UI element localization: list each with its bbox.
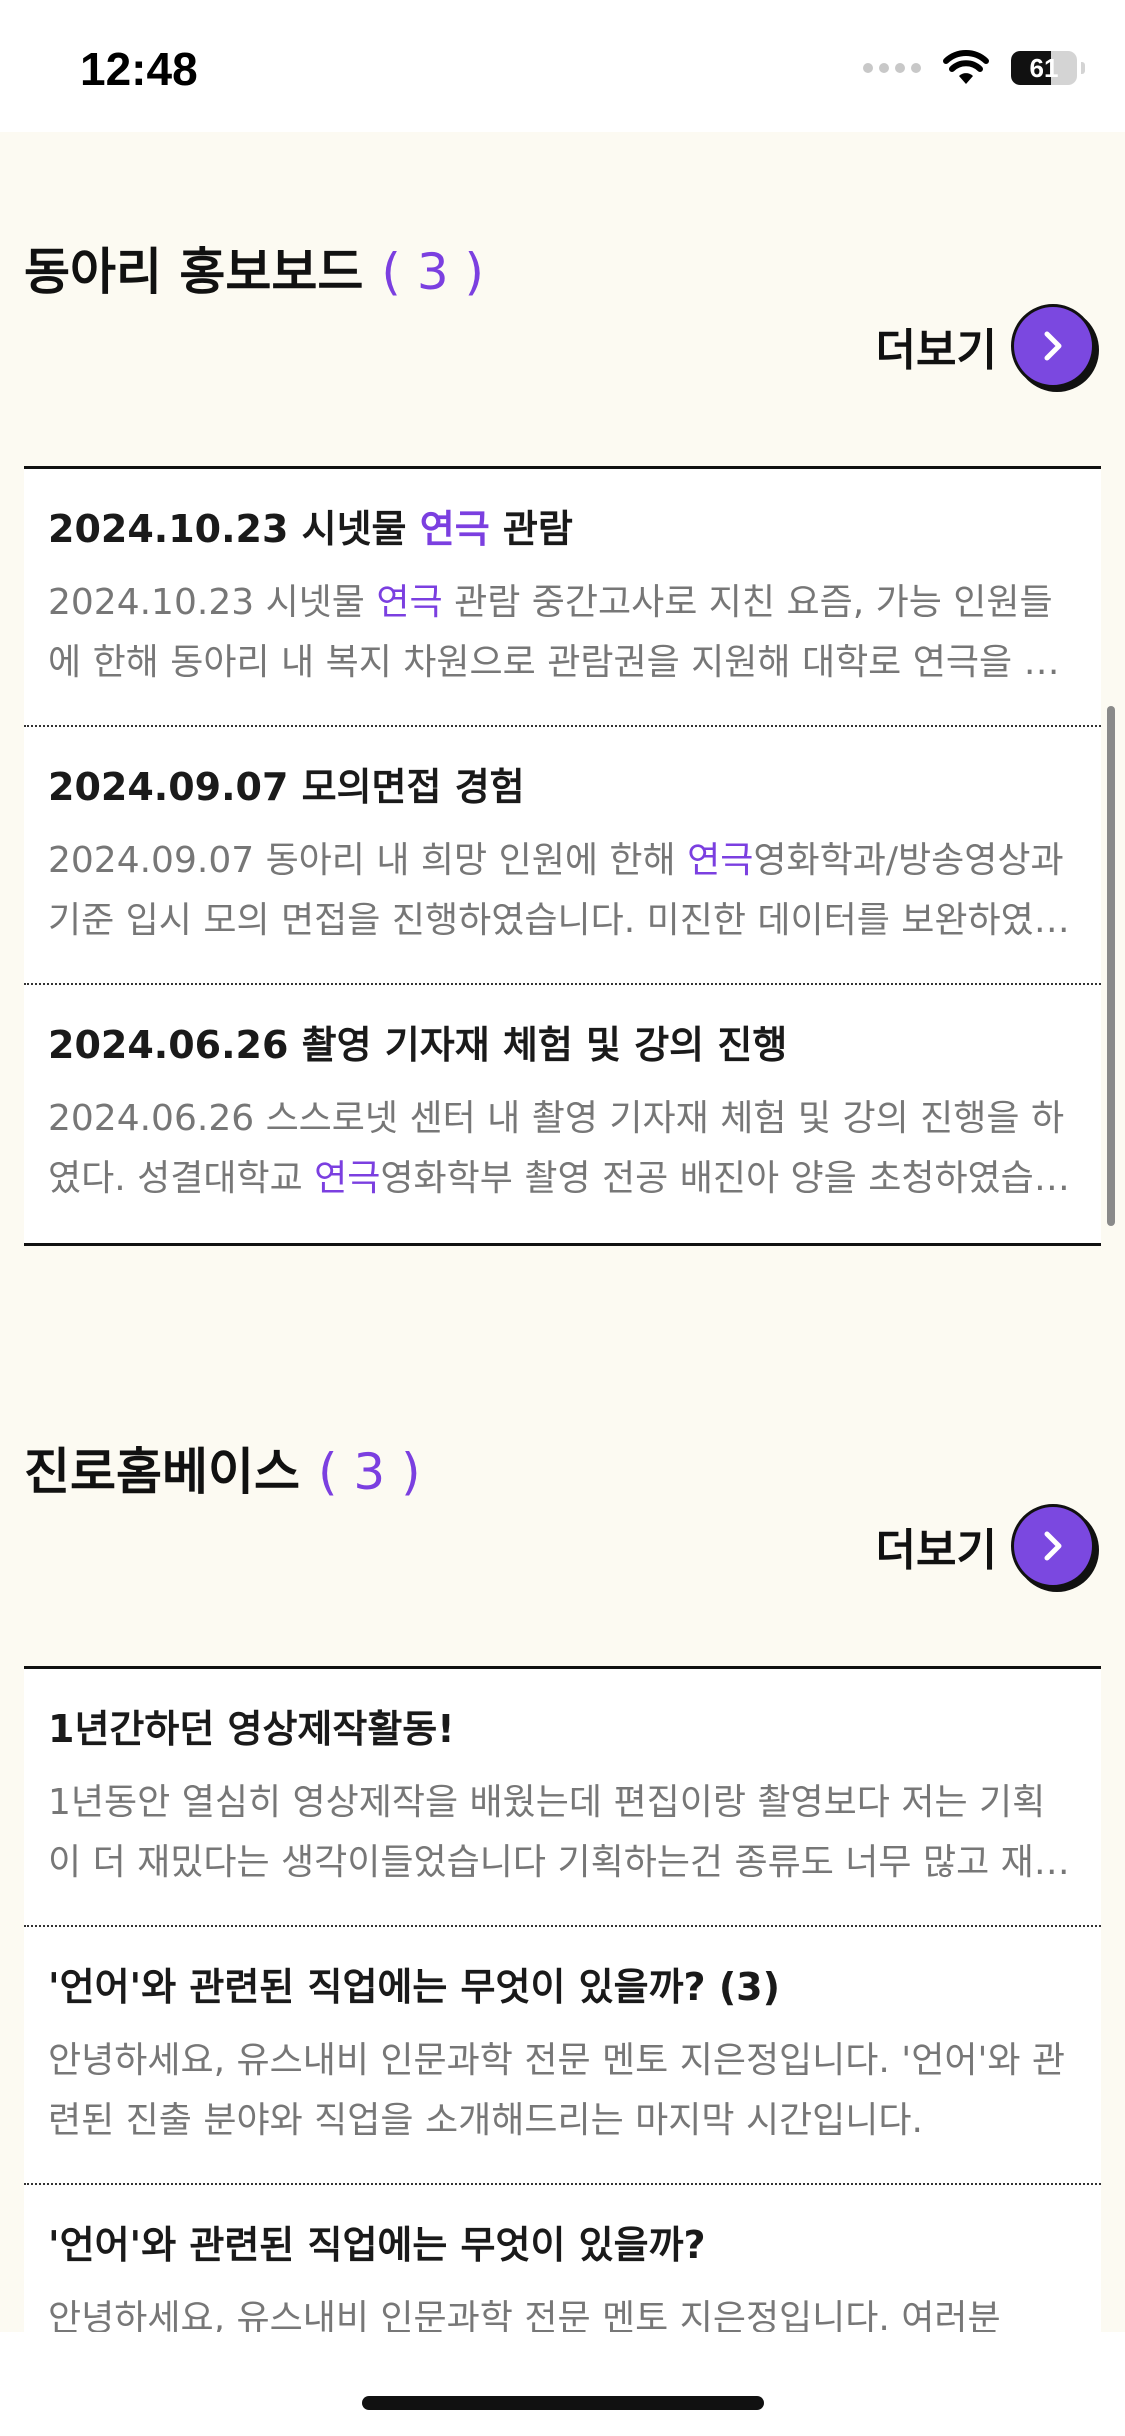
card-title: 2024.06.26 촬영 기자재 체험 및 강의 진행 <box>48 1023 788 1067</box>
battery-level: 61 <box>1029 52 1059 83</box>
card-title: 2024.09.07 모의면접 경험 <box>48 765 525 809</box>
bottom-safe-area <box>0 2332 1125 2436</box>
section-title-text: 진로홈베이스 <box>24 1443 300 1501</box>
chevron-right-icon <box>1044 1531 1062 1561</box>
cellular-signal-icon <box>863 63 921 73</box>
scroll-content[interactable]: 동아리 홍보보드 ( 3 ) 더보기 2024.10.23 시넷물 연극 관람 2… <box>0 132 1125 2332</box>
card-body: 안녕하세요, 유스내비 인문과학 전문 멘토 지은정입니다. 여러분 <box>48 2298 1001 2332</box>
status-icons: 61 <box>863 46 1085 90</box>
list-item[interactable]: '언어'와 관련된 직업에는 무엇이 있을까? (3) 안녕하세요, 유스내비 … <box>24 1927 1101 2185</box>
card-body: 안녕하세요, 유스내비 인문과학 전문 멘토 지은정입니다. '언어'와 관련된… <box>48 2040 1066 2141</box>
list-item[interactable]: 2024.10.23 시넷물 연극 관람 2024.10.23 시넷물 연극 관… <box>24 469 1101 727</box>
section-title: 동아리 홍보보드 ( 3 ) <box>24 232 484 304</box>
more-label: 더보기 <box>875 1525 997 1576</box>
status-time: 12:48 <box>80 43 198 95</box>
list-item[interactable]: 1년간하던 영상제작활동! 1년동안 열심히 영상제작을 배웠는데 편집이랑 촬… <box>24 1669 1101 1927</box>
status-bar: 12:48 61 <box>0 0 1125 132</box>
card-title: '언어'와 관련된 직업에는 무엇이 있을까? <box>48 2223 706 2267</box>
list-item[interactable]: '언어'와 관련된 직업에는 무엇이 있을까? 안녕하세요, 유스내비 인문과학… <box>24 2185 1101 2332</box>
section-title: 진로홈베이스 ( 3 ) <box>24 1432 421 1504</box>
card-title: '언어'와 관련된 직업에는 무엇이 있을까? (3) <box>48 1965 780 2009</box>
card-title: 2024.10.23 시넷물 연극 관람 <box>48 507 573 551</box>
battery-icon: 61 <box>1011 51 1077 85</box>
card-body: 1년동안 열심히 영상제작을 배웠는데 편집이랑 촬영보다 저는 기획이 더 재… <box>48 1782 1067 1883</box>
section-count: ( 3 ) <box>381 243 485 301</box>
section-count: ( 3 ) <box>318 1443 421 1501</box>
card-list: 2024.10.23 시넷물 연극 관람 2024.10.23 시넷물 연극 관… <box>24 466 1101 1246</box>
card-list: 1년간하던 영상제작활동! 1년동안 열심히 영상제작을 배웠는데 편집이랑 촬… <box>24 1666 1101 2332</box>
list-item[interactable]: 2024.06.26 촬영 기자재 체험 및 강의 진행 2024.06.26 … <box>24 985 1101 1243</box>
home-indicator[interactable] <box>362 2396 764 2410</box>
scrollbar[interactable] <box>1107 706 1115 1226</box>
more-button[interactable] <box>1011 1504 1095 1588</box>
card-title: 1년간하던 영상제작활동! <box>48 1707 455 1751</box>
more-button[interactable] <box>1011 304 1095 388</box>
card-body: 2024.10.23 시넷물 연극 관람 중간고사로 지친 요즘, 가능 인원들… <box>48 582 1057 683</box>
more-row[interactable]: 더보기 <box>876 304 1095 388</box>
section-title-text: 동아리 홍보보드 <box>24 243 364 301</box>
card-body: 2024.09.07 동아리 내 희망 인원에 한해 연극영화학과/방송영상과 … <box>48 840 1067 941</box>
chevron-right-icon <box>1044 331 1062 361</box>
more-row[interactable]: 더보기 <box>876 1504 1095 1588</box>
wifi-icon <box>943 50 989 84</box>
more-label: 더보기 <box>875 325 997 376</box>
card-body: 2024.06.26 스스로넷 센터 내 촬영 기자재 체험 및 강의 진행을 … <box>48 1098 1067 1199</box>
battery-nub <box>1081 62 1085 74</box>
list-item[interactable]: 2024.09.07 모의면접 경험 2024.09.07 동아리 내 희망 인… <box>24 727 1101 985</box>
